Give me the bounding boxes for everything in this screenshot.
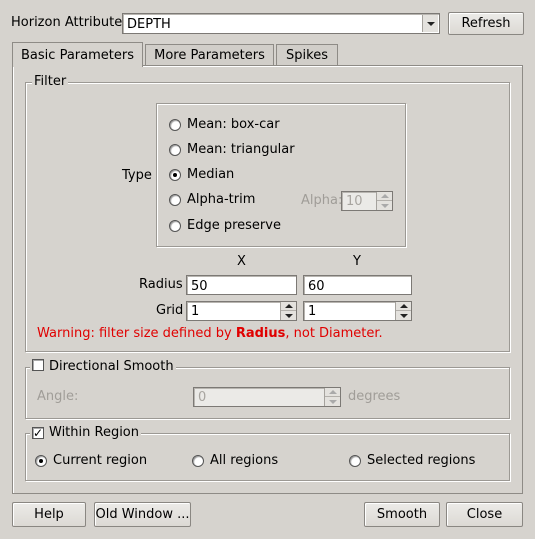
directional-smooth-header[interactable]: Directional Smooth	[30, 359, 176, 375]
angle-label: Angle:	[37, 389, 79, 404]
horizon-attribute-value: DEPTH	[127, 17, 171, 32]
x-column-header: X	[237, 254, 246, 269]
tab-spikes[interactable]: Spikes	[276, 44, 338, 65]
grid-x-decrement-icon[interactable]	[281, 311, 296, 320]
within-region-header[interactable]: ✓ Within Region	[30, 425, 142, 441]
grid-x-increment-icon[interactable]	[281, 302, 296, 311]
refresh-button[interactable]: Refresh	[448, 12, 524, 35]
radio-all-regions[interactable]	[192, 455, 204, 467]
warning-prefix: Warning: filter size defined by	[37, 326, 236, 341]
smooth-button[interactable]: Smooth	[364, 502, 440, 527]
alpha-spinner[interactable]: 10	[341, 191, 393, 211]
tab-basic-parameters[interactable]: Basic Parameters	[12, 42, 143, 67]
filter-size-warning: Warning: filter size defined by Radius, …	[37, 326, 383, 342]
angle-spinner[interactable]: 0	[193, 387, 341, 407]
grid-y-value: 1	[308, 304, 317, 319]
radio-median-label[interactable]: Median	[187, 167, 234, 183]
radio-current-region[interactable]	[35, 455, 47, 467]
radius-y-input[interactable]: 60	[303, 275, 412, 295]
angle-decrement-icon[interactable]	[325, 397, 340, 406]
radio-mean-triangular[interactable]	[169, 144, 181, 156]
radio-edge-preserve-label[interactable]: Edge preserve	[187, 218, 281, 234]
radio-mean-box-car[interactable]	[169, 119, 181, 131]
within-region-title[interactable]: Within Region	[49, 425, 139, 440]
alpha-decrement-icon[interactable]	[377, 201, 392, 210]
warning-bold: Radius	[235, 326, 286, 341]
warning-suffix: , not Diameter.	[285, 326, 383, 341]
radio-selected-regions[interactable]	[349, 455, 361, 467]
alpha-value: 10	[346, 194, 363, 209]
directional-smooth-checkbox[interactable]	[32, 359, 44, 371]
radio-current-region-label[interactable]: Current region	[53, 453, 147, 469]
radio-mean-box-car-label[interactable]: Mean: box-car	[187, 117, 280, 133]
y-column-header: Y	[353, 254, 361, 269]
alpha-label: Alpha:	[301, 193, 343, 208]
type-label: Type	[122, 168, 152, 183]
grid-y-decrement-icon[interactable]	[396, 311, 411, 320]
radio-edge-preserve[interactable]	[169, 220, 181, 232]
radius-x-input[interactable]: 50	[186, 275, 297, 295]
radio-all-regions-label[interactable]: All regions	[210, 453, 278, 469]
radio-alpha-trim-label[interactable]: Alpha-trim	[187, 192, 255, 208]
grid-x-spinner[interactable]: 1	[186, 301, 297, 321]
radius-label: Radius	[139, 277, 183, 292]
chevron-down-icon[interactable]	[422, 15, 438, 32]
within-region-checkbox[interactable]: ✓	[32, 427, 44, 439]
help-button[interactable]: Help	[12, 502, 86, 527]
radio-mean-triangular-label[interactable]: Mean: triangular	[187, 142, 295, 158]
grid-y-increment-icon[interactable]	[396, 302, 411, 311]
directional-smooth-title[interactable]: Directional Smooth	[49, 359, 174, 374]
grid-x-value: 1	[191, 304, 200, 319]
radio-median[interactable]	[169, 169, 181, 181]
horizon-attribute-label: Horizon Attribute	[11, 15, 123, 30]
radio-alpha-trim[interactable]	[169, 194, 181, 206]
grid-label: Grid	[156, 303, 184, 318]
filter-group-title: Filter	[32, 74, 69, 90]
angle-value: 0	[198, 390, 207, 405]
alpha-increment-icon[interactable]	[377, 192, 392, 201]
radio-selected-regions-label[interactable]: Selected regions	[367, 453, 475, 469]
old-window-button[interactable]: Old Window ...	[94, 502, 191, 527]
degrees-unit-label: degrees	[348, 389, 401, 404]
close-button[interactable]: Close	[446, 502, 523, 527]
grid-y-spinner[interactable]: 1	[303, 301, 412, 321]
angle-increment-icon[interactable]	[325, 388, 340, 397]
horizon-attribute-select[interactable]: DEPTH	[122, 13, 440, 34]
tab-more-parameters[interactable]: More Parameters	[145, 44, 274, 65]
